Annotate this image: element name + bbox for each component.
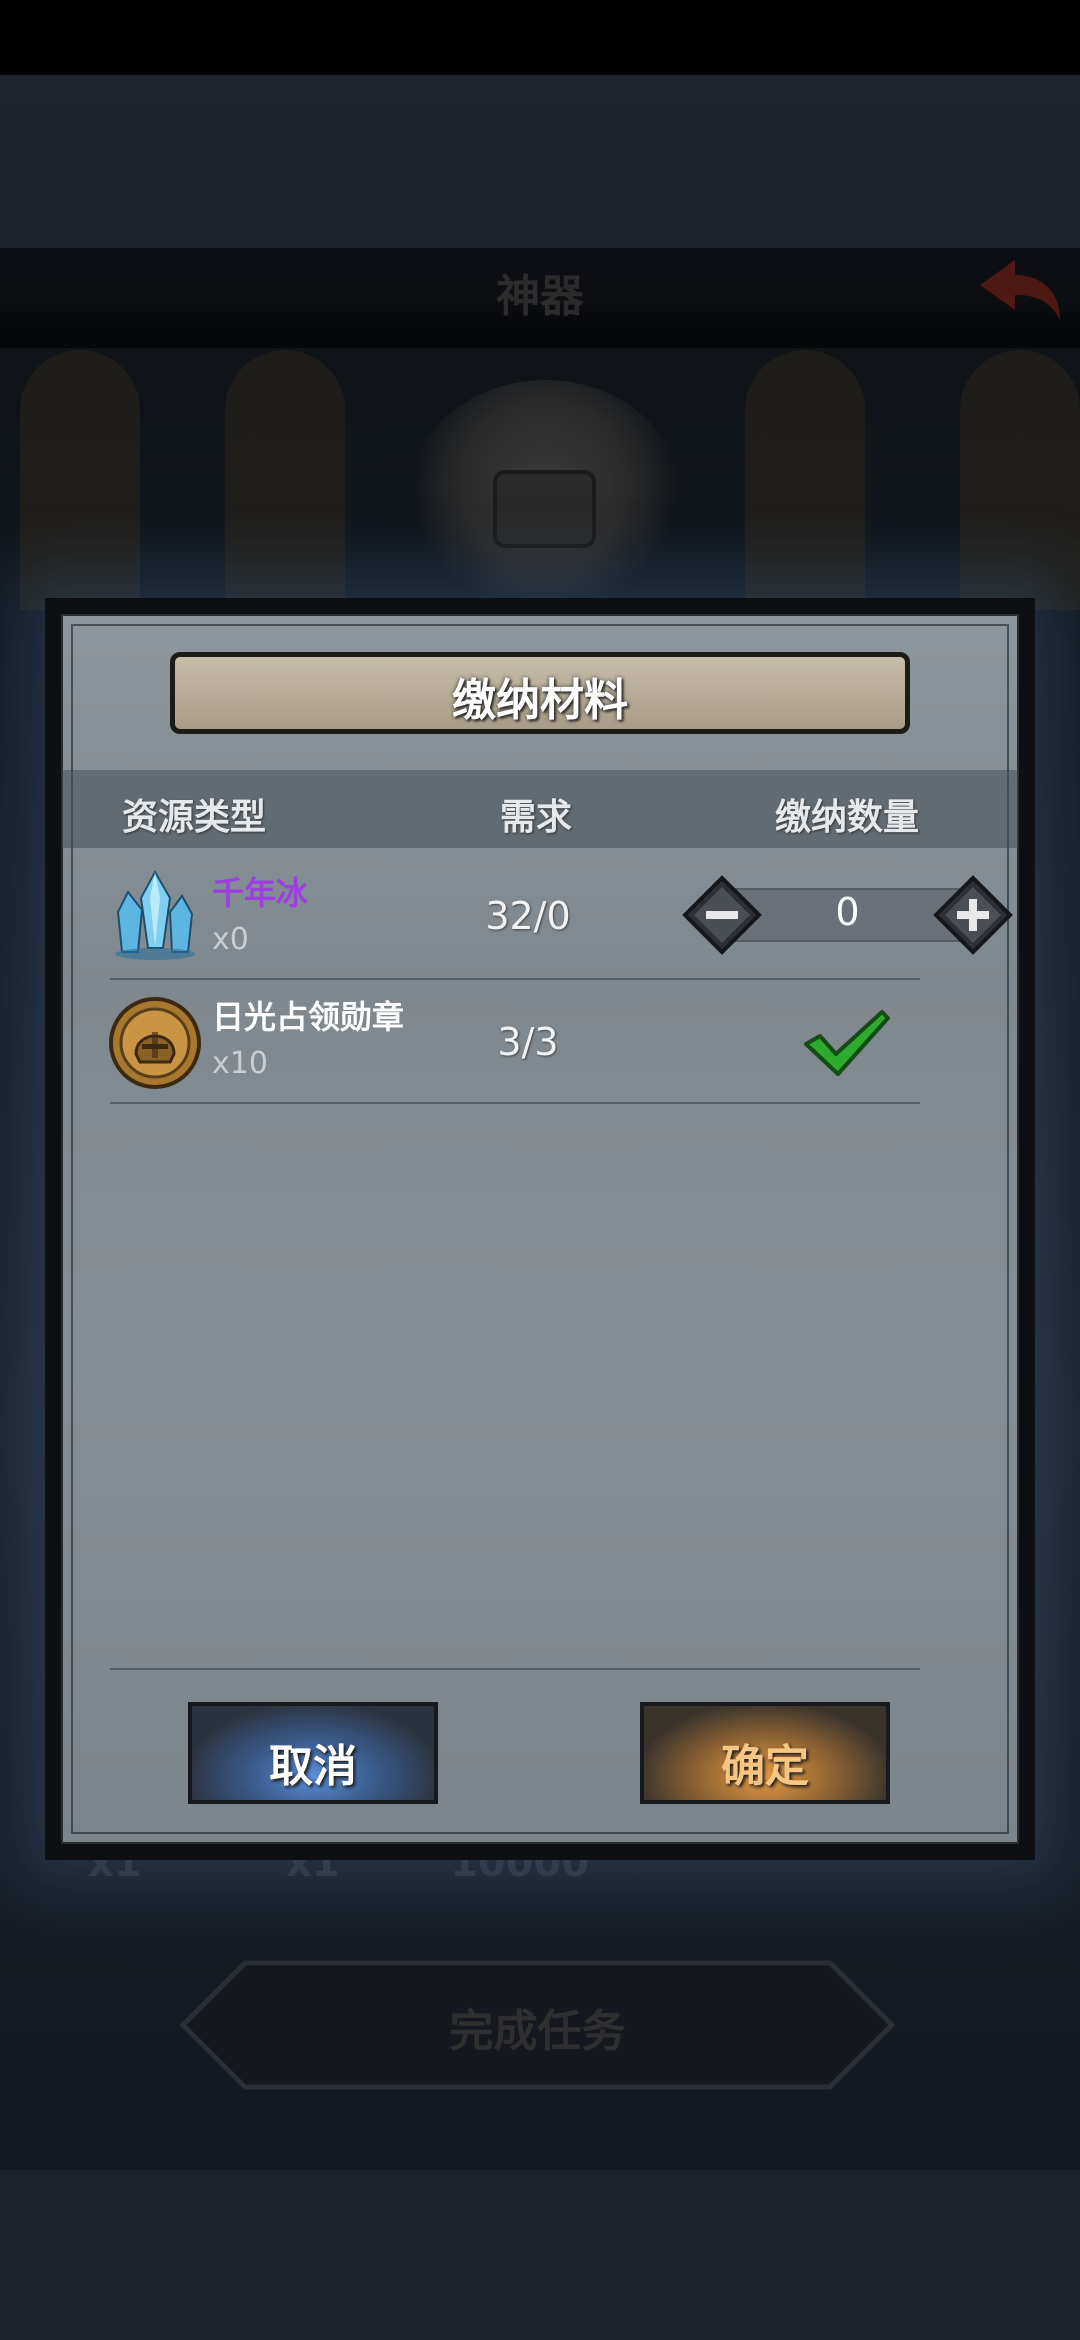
background-arch (960, 350, 1080, 610)
increment-button[interactable] (933, 875, 1013, 955)
item-name: 千年冰 (212, 874, 309, 912)
status-bar (0, 0, 1080, 75)
minus-icon (706, 911, 738, 919)
column-header-submit-quantity: 缴纳数量 (775, 797, 920, 838)
row-divider (110, 1102, 920, 1104)
background-arch (225, 350, 345, 610)
item-owned-count: x0 (212, 922, 249, 957)
item-requirement: 32/0 (485, 894, 571, 938)
decrement-button[interactable] (682, 875, 762, 955)
background-page-title: 神器 (496, 271, 584, 322)
column-header-resource-type: 资源类型 (122, 797, 267, 838)
artifact-core (493, 470, 596, 548)
confirm-button-label: 确定 (721, 1741, 809, 1792)
background-arch (745, 350, 865, 610)
ice-crystal-icon (115, 869, 195, 960)
row-divider (110, 1668, 920, 1670)
complete-task-label: 完成任务 (449, 2006, 626, 2057)
column-header-requirement: 需求 (500, 797, 573, 838)
back-arrow-icon[interactable] (975, 255, 1065, 325)
cancel-button[interactable]: 取消 (188, 1702, 438, 1804)
background-arch (20, 350, 140, 610)
cancel-button-label: 取消 (269, 1741, 357, 1792)
item-owned-count: x10 (212, 1046, 268, 1081)
item-requirement: 3/3 (497, 1020, 559, 1064)
checkmark-icon (804, 1010, 890, 1076)
confirm-button[interactable]: 确定 (640, 1702, 890, 1804)
item-name: 日光占领勋章 (212, 998, 405, 1036)
row-divider (110, 978, 920, 980)
quantity-value[interactable]: 0 (735, 890, 960, 934)
bottom-band (0, 2170, 1080, 2340)
knight-helmet-medal-icon (109, 997, 201, 1089)
dialog-title: 缴纳材料 (452, 675, 628, 726)
